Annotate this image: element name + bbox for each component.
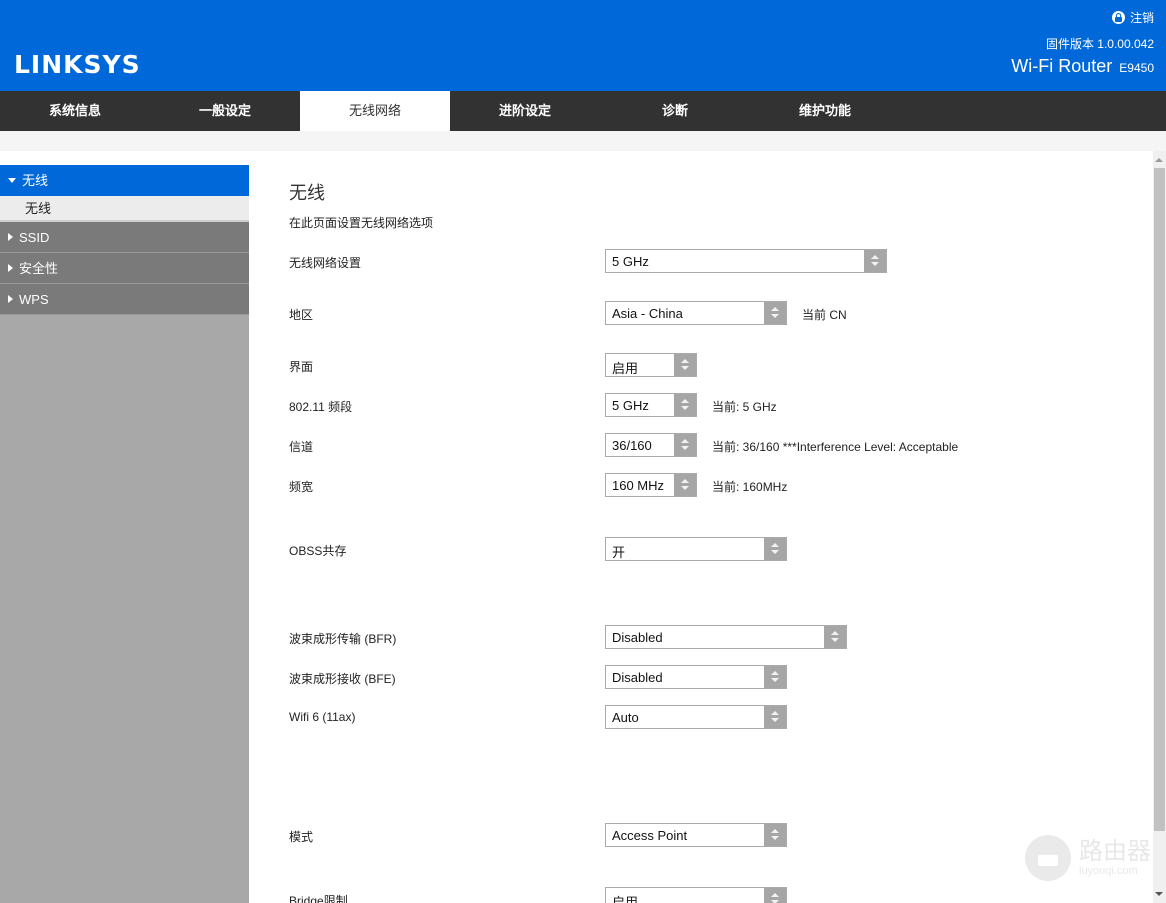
- product-model: E9450: [1119, 61, 1154, 75]
- select-value: 开: [612, 545, 626, 560]
- network-setting-select[interactable]: 5 GHz: [605, 249, 887, 273]
- product-info: Wi-Fi Router E9450: [1011, 56, 1154, 77]
- sidebar-item-label: WPS: [19, 291, 49, 307]
- sidebar-subitem-wireless[interactable]: 无线: [0, 196, 249, 222]
- firmware-version: 固件版本 1.0.00.042: [1045, 37, 1154, 51]
- select-value: 36/160: [612, 438, 652, 453]
- sidebar-item-label: 无线: [22, 172, 49, 188]
- wifi6-select[interactable]: Auto: [605, 705, 787, 729]
- caret-right-icon: [8, 264, 13, 272]
- select-arrows-icon: [824, 626, 846, 648]
- sidebar-item-label: 安全性: [19, 260, 59, 276]
- sidebar-item-wps[interactable]: WPS: [0, 284, 249, 315]
- field-label-bfr: 波束成形传输 (BFR): [289, 632, 397, 646]
- field-label-interface: 界面: [289, 360, 314, 374]
- select-value: Disabled: [612, 670, 663, 685]
- product-name: Wi-Fi Router: [1011, 56, 1113, 76]
- logout-label: 注销: [1129, 11, 1154, 25]
- channel-current-note: 当前: 36/160 ***Interference Level: Accept…: [712, 440, 959, 454]
- bandwidth-select[interactable]: 160 MHz: [605, 473, 697, 497]
- obss-select[interactable]: 开: [605, 537, 787, 561]
- sub-bar: [0, 131, 1166, 151]
- tab-general-settings[interactable]: 一般设定: [150, 91, 300, 131]
- bfr-select[interactable]: Disabled: [605, 625, 847, 649]
- band-current-note: 当前: 5 GHz: [712, 400, 777, 414]
- lock-icon: [1111, 11, 1125, 24]
- field-label-bridge-limit: Bridge限制: [289, 894, 348, 903]
- router-icon: [1025, 835, 1071, 881]
- channel-select[interactable]: 36/160: [605, 433, 697, 457]
- select-arrows-icon: [674, 354, 696, 376]
- field-label-band: 802.11 频段: [289, 400, 353, 414]
- mode-select[interactable]: Access Point: [605, 823, 787, 847]
- page-description: 在此页面设置无线网络选项: [289, 216, 434, 230]
- region-select[interactable]: Asia - China: [605, 301, 787, 325]
- select-arrows-icon: [764, 888, 786, 903]
- select-arrows-icon: [764, 538, 786, 560]
- tab-wireless[interactable]: 无线网络: [300, 91, 450, 131]
- caret-right-icon: [8, 233, 13, 241]
- caret-right-icon: [8, 295, 13, 303]
- select-arrows-icon: [764, 666, 786, 688]
- sidebar: 无线 无线 SSID 安全性 WPS: [0, 151, 249, 903]
- select-arrows-icon: [674, 474, 696, 496]
- interface-select[interactable]: 启用: [605, 353, 697, 377]
- field-label-mode: 模式: [289, 830, 314, 844]
- band-select[interactable]: 5 GHz: [605, 393, 697, 417]
- sidebar-item-wireless[interactable]: 无线: [0, 165, 249, 196]
- page-title: 无线: [289, 183, 325, 203]
- logout-link[interactable]: 注销: [1111, 9, 1154, 26]
- field-label-channel: 信道: [289, 440, 314, 454]
- select-value: Asia - China: [612, 306, 683, 321]
- select-arrows-icon: [674, 394, 696, 416]
- field-label-region: 地区: [289, 308, 314, 322]
- field-label-network-setting: 无线网络设置: [289, 256, 362, 270]
- watermark: 路由器 luyouqi.com: [1025, 835, 1151, 881]
- tab-diagnostics[interactable]: 诊断: [600, 91, 750, 131]
- tab-system-info[interactable]: 系统信息: [0, 91, 150, 131]
- watermark-text: 路由器 luyouqi.com: [1079, 838, 1151, 878]
- sidebar-item-ssid[interactable]: SSID: [0, 222, 249, 253]
- caret-down-icon: [8, 177, 16, 183]
- main-nav: 系统信息 一般设定 无线网络 进阶设定 诊断 维护功能: [0, 91, 1166, 131]
- select-value: 160 MHz: [612, 478, 665, 493]
- field-label-bandwidth: 频宽: [289, 480, 314, 494]
- select-value: Access Point: [612, 828, 688, 843]
- watermark-en: luyouqi.com: [1079, 865, 1138, 877]
- select-value: 5 GHz: [612, 398, 649, 413]
- scroll-up-icon[interactable]: [1153, 153, 1166, 167]
- bandwidth-current-note: 当前: 160MHz: [712, 480, 788, 494]
- field-label-obss: OBSS共存: [289, 544, 347, 558]
- linksys-logo: LINKSYS: [14, 50, 141, 79]
- scroll-down-icon[interactable]: [1153, 887, 1166, 901]
- select-arrows-icon: [864, 250, 886, 272]
- region-current-note: 当前 CN: [802, 308, 847, 322]
- main-content: 无线 在此页面设置无线网络选项 无线网络设置 5 GHz 地区 Asia - C…: [249, 151, 1153, 903]
- select-arrows-icon: [764, 824, 786, 846]
- sidebar-item-label: SSID: [19, 229, 50, 245]
- select-value: Disabled: [612, 630, 663, 645]
- tab-maintenance[interactable]: 维护功能: [750, 91, 900, 131]
- watermark-cn: 路由器: [1079, 838, 1151, 865]
- field-label-bfe: 波束成形接收 (BFE): [289, 672, 396, 686]
- select-value: 启用: [612, 361, 639, 376]
- select-arrows-icon: [764, 706, 786, 728]
- select-value: 启用: [612, 895, 639, 903]
- field-label-wifi6: Wifi 6 (11ax): [289, 710, 356, 724]
- bridge-limit-select[interactable]: 启用: [605, 887, 787, 903]
- bfe-select[interactable]: Disabled: [605, 665, 787, 689]
- select-value: 5 GHz: [612, 254, 649, 269]
- select-arrows-icon: [674, 434, 696, 456]
- tab-advanced-settings[interactable]: 进阶设定: [450, 91, 600, 131]
- vertical-scrollbar[interactable]: [1153, 151, 1166, 903]
- select-arrows-icon: [764, 302, 786, 324]
- scroll-thumb[interactable]: [1154, 168, 1165, 831]
- select-value: Auto: [612, 710, 639, 725]
- sidebar-spacer: [0, 151, 249, 165]
- sidebar-item-security[interactable]: 安全性: [0, 253, 249, 284]
- header: LINKSYS 注销 固件版本 1.0.00.042 Wi-Fi Router …: [0, 0, 1166, 91]
